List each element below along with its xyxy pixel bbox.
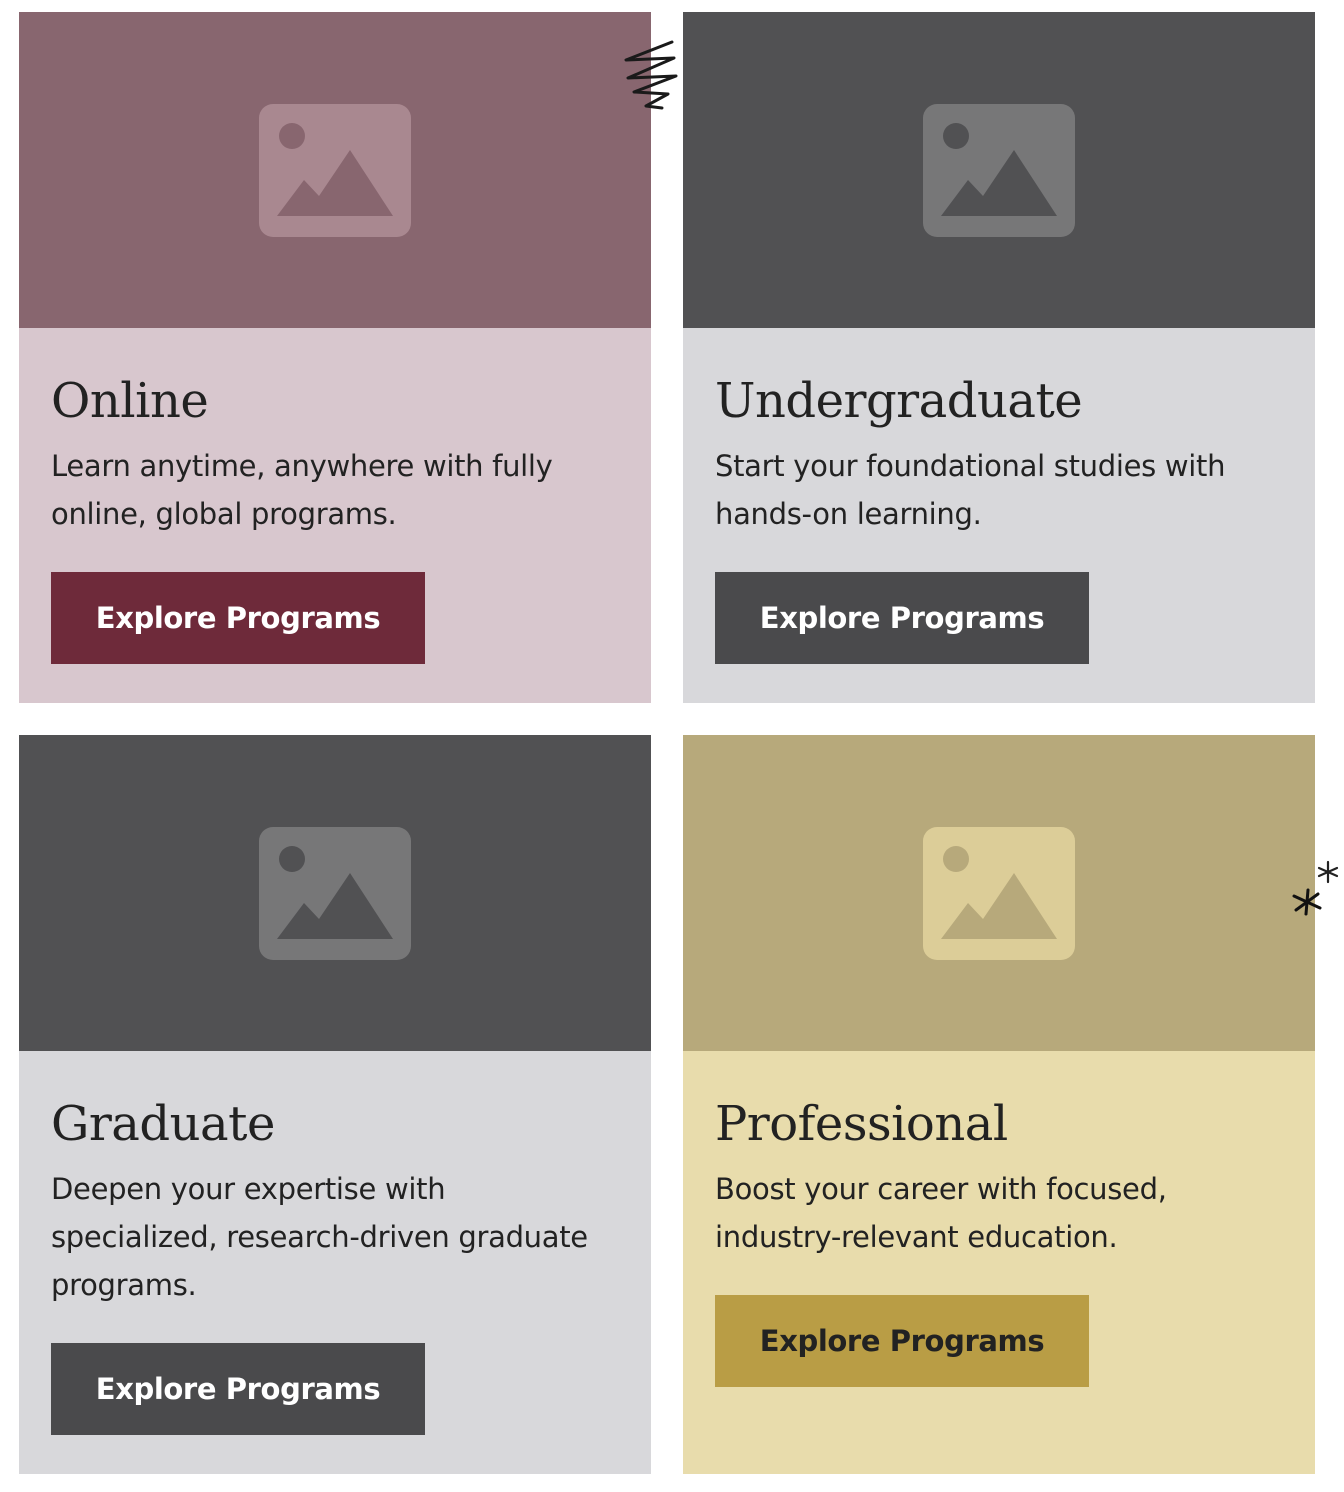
card-body: Undergraduate Start your foundational st… [683,328,1315,703]
card-image [683,12,1315,328]
card-image [683,735,1315,1051]
card-online: Online Learn anytime, anywhere with full… [19,12,651,703]
card-image [19,735,651,1051]
card-body: Professional Boost your career with focu… [683,1051,1315,1474]
image-placeholder-icon [923,104,1075,237]
card-title: Professional [715,1096,1008,1152]
image-placeholder-icon [923,827,1075,960]
explore-programs-button[interactable]: Explore Programs [51,572,425,664]
explore-programs-button[interactable]: Explore Programs [715,1295,1089,1387]
image-placeholder-icon [259,104,411,237]
explore-programs-button[interactable]: Explore Programs [51,1343,425,1435]
card-description: Learn anytime, anywhere with fully onlin… [51,449,553,531]
card-body: Online Learn anytime, anywhere with full… [19,328,651,703]
card-title: Graduate [51,1096,275,1152]
card-description: Deepen your expertise with specialized, … [51,1172,588,1302]
card-title: Undergraduate [715,373,1083,429]
image-placeholder-icon [259,827,411,960]
card-body: Graduate Deepen your expertise with spec… [19,1051,651,1474]
card-description: Start your foundational studies with han… [715,449,1226,531]
card-undergraduate: Undergraduate Start your foundational st… [683,12,1315,703]
card-professional: Professional Boost your career with focu… [683,735,1315,1474]
program-cards-grid: Online Learn anytime, anywhere with full… [19,12,1315,1474]
card-description: Boost your career with focused, industry… [715,1172,1167,1254]
card-title: Online [51,373,209,429]
card-graduate: Graduate Deepen your expertise with spec… [19,735,651,1474]
card-image [19,12,651,328]
explore-programs-button[interactable]: Explore Programs [715,572,1089,664]
